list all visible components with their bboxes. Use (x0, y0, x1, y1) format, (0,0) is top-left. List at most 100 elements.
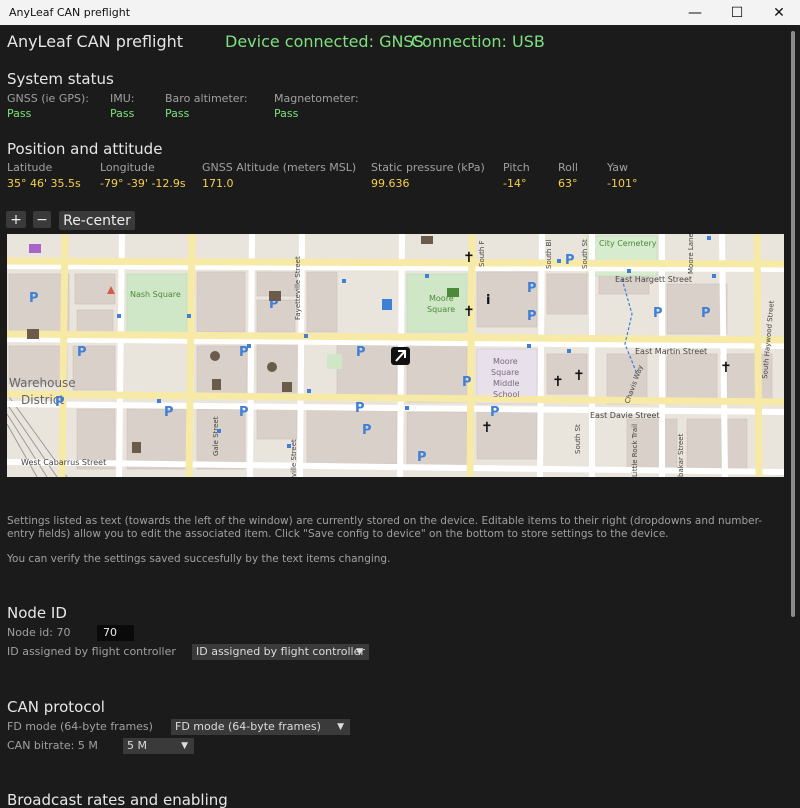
museum-icon (421, 236, 433, 244)
yaw-value: -101° (607, 177, 638, 190)
church-icon: ✝ (720, 360, 732, 376)
node-id-current: Node id: 70 (7, 626, 71, 639)
parking-icon: P (527, 309, 537, 324)
church-icon: ✝ (552, 374, 564, 390)
roll-value: 63° (558, 177, 578, 190)
church-icon: ✝ (481, 420, 493, 436)
map-label-moore-lane: Moore Lane (687, 234, 695, 274)
museum-icon (27, 329, 39, 339)
node-id-assign-select-value: ID assigned by flight controller (196, 645, 365, 658)
altitude-label: GNSS Altitude (meters MSL) (202, 161, 357, 174)
parking-icon: P (356, 345, 366, 360)
map-label-bakar: bakar Street (677, 433, 685, 477)
latitude-label: Latitude (7, 161, 53, 174)
node-id-assign-select[interactable]: ID assigned by flight controller ▼ (192, 644, 369, 660)
window-title: AnyLeaf CAN preflight (9, 6, 131, 19)
map-label-east-martin: East Martin Street (635, 347, 707, 356)
map-view[interactable]: Warehouse District Nash Square Moore Squ… (7, 234, 784, 477)
parking-icon: P (55, 395, 65, 410)
church-icon: ✝ (463, 250, 475, 266)
parking-icon: P (462, 375, 472, 390)
library-icon (282, 382, 292, 392)
vertical-scrollbar[interactable] (787, 25, 800, 808)
mag-status-label: Magnetometer: (274, 92, 359, 105)
picnic-icon (447, 288, 459, 297)
main-content: AnyLeaf CAN preflight Device connected: … (0, 25, 787, 808)
node-id-assign-label: ID assigned by flight controller (7, 645, 176, 658)
roll-label: Roll (558, 161, 578, 174)
intro-paragraph: Settings listed as text (towards the lef… (7, 515, 763, 540)
parking-icon: P (490, 405, 500, 420)
verify-paragraph: You can verify the settings saved succes… (7, 553, 391, 565)
mag-status-value: Pass (274, 107, 299, 120)
can-bitrate-select[interactable]: 5 M ▼ (123, 738, 194, 754)
connection-status: Connection: USB (411, 32, 545, 51)
courthouse-icon (210, 351, 220, 361)
pitch-value: -14° (503, 177, 527, 190)
parking-icon: P (239, 405, 249, 420)
minimize-button[interactable]: — (674, 0, 716, 25)
pressure-value: 99.636 (371, 177, 410, 190)
node-id-heading: Node ID (7, 604, 67, 622)
chevron-down-icon: ▼ (337, 722, 344, 732)
parking-icon: P (565, 253, 575, 268)
map-label-moore-middle-3: Middle (493, 379, 520, 388)
parking-icon: P (29, 291, 39, 306)
map-label-south-st2: South St (574, 424, 582, 454)
zoom-in-button[interactable]: + (6, 211, 26, 228)
map-label-fayetteville-2: ville Street (290, 439, 298, 477)
can-protocol-heading: CAN protocol (7, 698, 105, 716)
map-label-west-cabarrus: West Cabarrus Street (21, 458, 106, 467)
map-label-warehouse: Warehouse (9, 376, 76, 390)
fd-mode-label: FD mode (64-byte frames) (7, 720, 153, 733)
baro-status-value: Pass (165, 107, 190, 120)
longitude-value: -79° -39' -12.9s (100, 177, 186, 190)
node-id-input[interactable]: 70 (97, 625, 134, 641)
info-icon: i (486, 293, 490, 308)
fd-mode-select-value: FD mode (64-byte frames) (175, 720, 321, 733)
courthouse-icon (267, 362, 277, 372)
chevron-down-icon: ▼ (356, 647, 363, 657)
map-label-moore-middle-2: Square (491, 368, 519, 377)
parking-icon: P (164, 405, 174, 420)
pitch-label: Pitch (503, 161, 530, 174)
latitude-value: 35° 46' 35.5s (7, 177, 81, 190)
device-status: Device connected: GNSS (225, 32, 424, 51)
police-icon (132, 442, 141, 453)
recenter-button[interactable]: Re-center (59, 211, 135, 230)
map-label-east-hargett: East Hargett Street (615, 275, 692, 284)
museum-icon (269, 291, 281, 301)
map-label-moore-middle-1: Moore (493, 357, 518, 366)
imu-status-label: IMU: (110, 92, 135, 105)
bus-icon (382, 299, 392, 310)
gnss-status-label: GNSS (ie GPS): (7, 92, 89, 105)
fd-mode-select[interactable]: FD mode (64-byte frames) ▼ (171, 719, 350, 735)
church-icon: ✝ (463, 304, 475, 320)
parking-icon: P (653, 306, 663, 321)
map-label-moore-middle-4: School (493, 390, 520, 399)
scrollbar-thumb[interactable] (791, 31, 795, 617)
police-icon (212, 379, 221, 390)
close-button[interactable]: ✕ (758, 0, 800, 25)
can-bitrate-select-value: 5 M (127, 739, 147, 752)
map-label-nash-square: Nash Square (130, 290, 181, 299)
yaw-label: Yaw (607, 161, 628, 174)
pressure-label: Static pressure (kPa) (371, 161, 485, 174)
maximize-button[interactable]: ☐ (716, 0, 758, 25)
altitude-value: 171.0 (202, 177, 234, 190)
map-label-south-st: South St (581, 239, 589, 269)
church-icon: ✝ (573, 368, 585, 384)
map-label-fayetteville-1: Fayetteville Street (294, 256, 302, 320)
parking-icon: P (355, 401, 365, 416)
position-heading: Position and attitude (7, 140, 163, 158)
chevron-down-icon: ▼ (181, 741, 188, 751)
window-titlebar: AnyLeaf CAN preflight — ☐ ✕ (0, 0, 800, 25)
zoom-out-button[interactable]: − (33, 211, 51, 228)
parking-icon: P (527, 281, 537, 296)
parking-icon: P (417, 450, 427, 465)
can-bitrate-label: CAN bitrate: 5 M (7, 739, 98, 752)
parking-icon: P (77, 345, 87, 360)
map-label-city-cemetery: City Cemetery (599, 239, 657, 248)
map-label-moore-square-2: Square (427, 305, 455, 314)
parking-icon: P (701, 306, 711, 321)
